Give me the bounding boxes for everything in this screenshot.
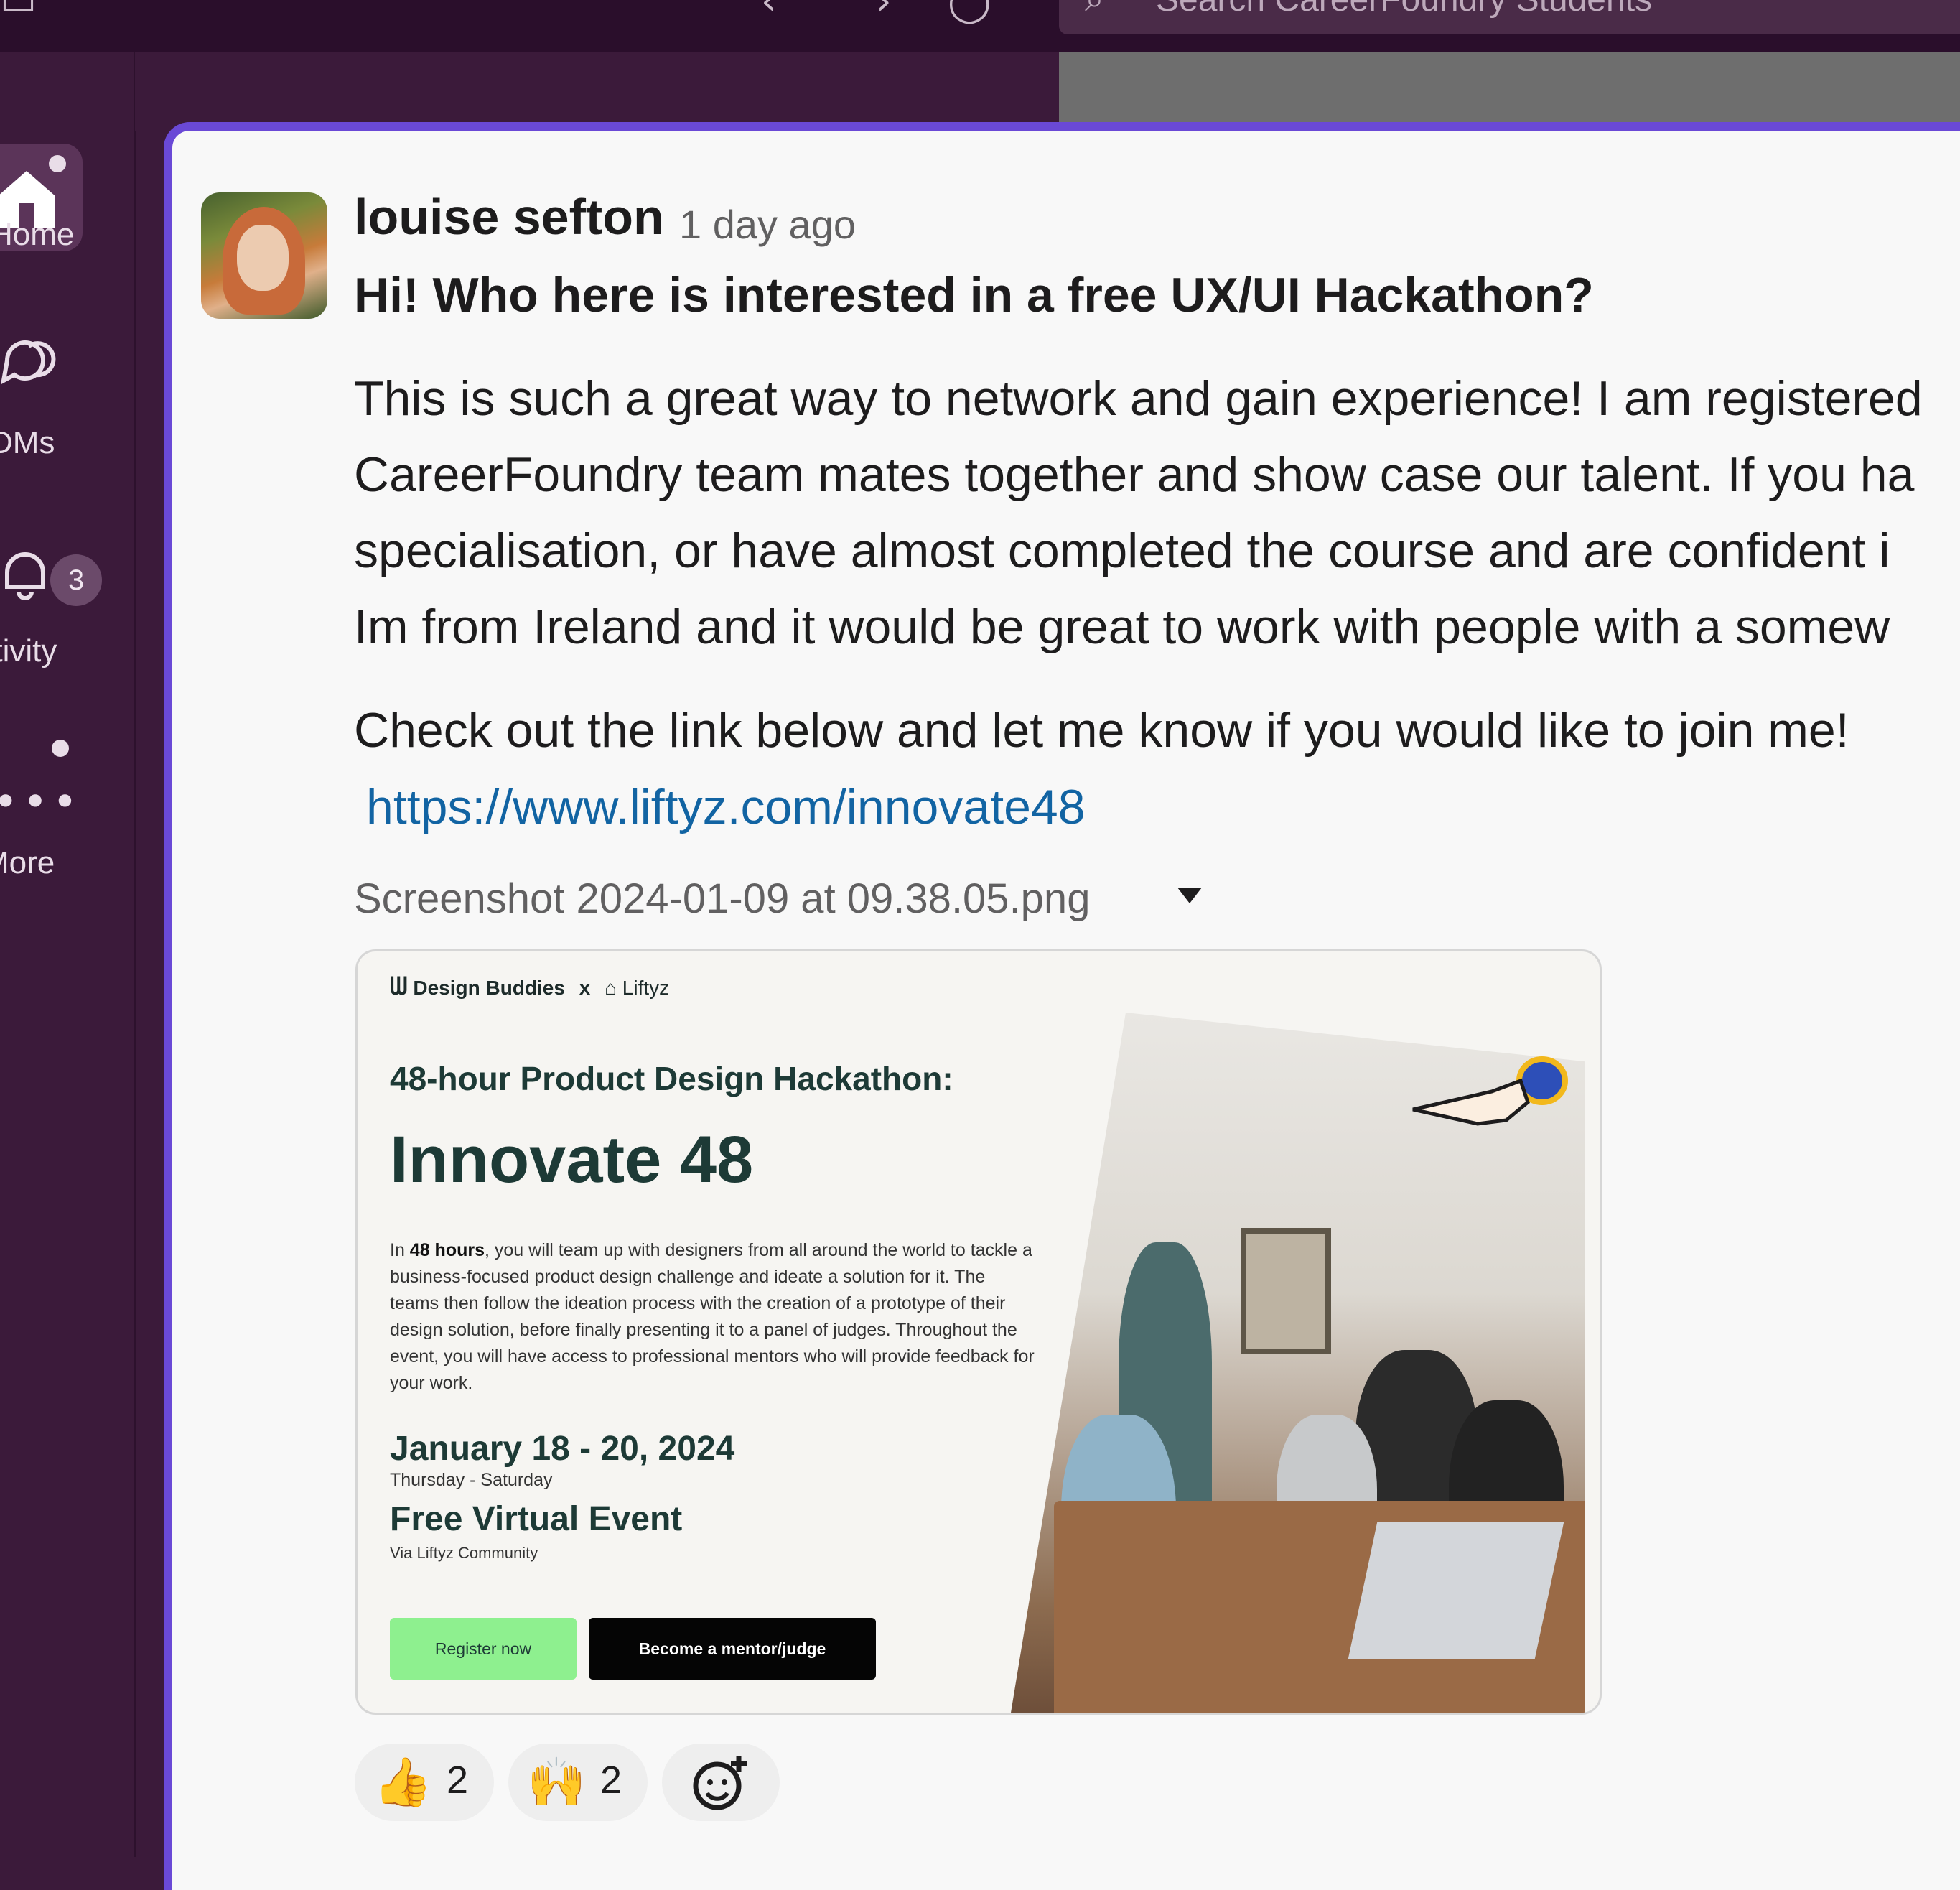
message-body-line: This is such a great way to network and … [354,371,1923,426]
reaction-count: 2 [600,1759,622,1802]
reaction-raised-hands[interactable]: 🙌 2 [508,1744,648,1821]
photo-laptop [1348,1522,1564,1659]
attachment-days: Thursday - Saturday [390,1470,553,1490]
attachment-filename[interactable]: Screenshot 2024-01-09 at 09.38.05.png [354,875,1090,923]
add-emoji-icon [693,1756,747,1810]
message-cta: Check out the link below and let me know… [354,703,1849,758]
message-body-line: specialisation, or have almost completed… [354,523,1890,578]
search-icon: ⌕ [1085,0,1104,22]
more-icon[interactable]: ••• [0,777,82,827]
raised-hands-icon: 🙌 [527,1754,587,1810]
top-bar: ▭ ‹ › ◯ ⌕ Search CareerFoundry Students [0,0,1960,52]
desc-pre: In [390,1240,410,1260]
search-input[interactable]: ⌕ Search CareerFoundry Students [1059,0,1960,34]
channel-header [135,52,1060,131]
message-timestamp[interactable]: 1 day ago [679,201,856,248]
attachment-subtitle: 48-hour Product Design Hackathon: [390,1060,953,1097]
forward-arrow-icon[interactable]: › [876,0,892,24]
home-unread-dot [49,155,66,172]
attachment-description: In 48 hours, you will team up with desig… [390,1237,1036,1397]
reaction-thumbs-up[interactable]: 👍 2 [355,1744,494,1821]
brand-left: Design Buddies [413,977,565,999]
attachment-date: January 18 - 20, 2024 [390,1430,735,1468]
message-body-line: Im from Ireland and it would be great to… [354,600,1890,654]
attachment-brand: ᗯ Design Buddies x ⌂ Liftyz [390,973,669,1001]
message-author[interactable]: louise sefton [354,188,664,246]
left-rail: Home DMs 3 Activity ••• More [0,52,135,1857]
add-reaction-button[interactable] [662,1744,780,1821]
desc-post: , you will team up with designers from a… [390,1240,1035,1393]
rail-label-dms: DMs [0,425,55,460]
channel-header-right [1059,52,1960,131]
avatar-face [237,225,289,291]
more-unread-dot [52,740,69,757]
liftyz-logo-icon: ⌂ [605,977,617,999]
attachment-title: Innovate 48 [390,1123,754,1196]
register-button: Register now [390,1618,577,1680]
reaction-count: 2 [447,1759,469,1802]
history-icon[interactable]: ◯ [948,0,991,24]
back-arrow-icon[interactable]: ‹ [761,0,777,24]
rail-divider [134,52,136,1857]
mentor-button: Become a mentor/judge [589,1618,876,1680]
message-link[interactable]: https://www.liftyz.com/innovate48 [366,779,1086,835]
design-buddies-logo: ᗯ [390,973,408,1000]
chevron-down-icon[interactable] [1177,888,1202,903]
attachment-event: Free Virtual Event [390,1500,683,1538]
sidebar-toggle-icon[interactable]: ▭ [0,0,37,24]
thumbs-up-icon: 👍 [373,1754,433,1810]
brand-right: Liftyz [622,977,670,999]
message-headline: Hi! Who here is interested in a free UX/… [354,268,1594,322]
search-placeholder: Search CareerFoundry Students [1156,0,1652,22]
photo-frame [1241,1228,1331,1354]
avatar[interactable] [201,192,327,319]
desc-bold: 48 hours [409,1240,485,1260]
rail-label-activity: Activity [0,633,57,669]
activity-badge: 3 [50,554,102,606]
brand-separator: x [579,977,591,999]
rail-label-home: Home [0,217,75,252]
message-body-line: CareerFoundry team mates together and sh… [354,447,1915,502]
dm-icon[interactable] [0,332,57,389]
attachment-image[interactable]: ᗯ Design Buddies x ⌂ Liftyz 48-hour Prod… [355,949,1602,1715]
bell-icon[interactable] [0,540,57,605]
rail-label-more: More [0,845,55,880]
attachment-via: Via Liftyz Community [390,1544,538,1562]
pointing-hand-icon [1412,1056,1568,1126]
